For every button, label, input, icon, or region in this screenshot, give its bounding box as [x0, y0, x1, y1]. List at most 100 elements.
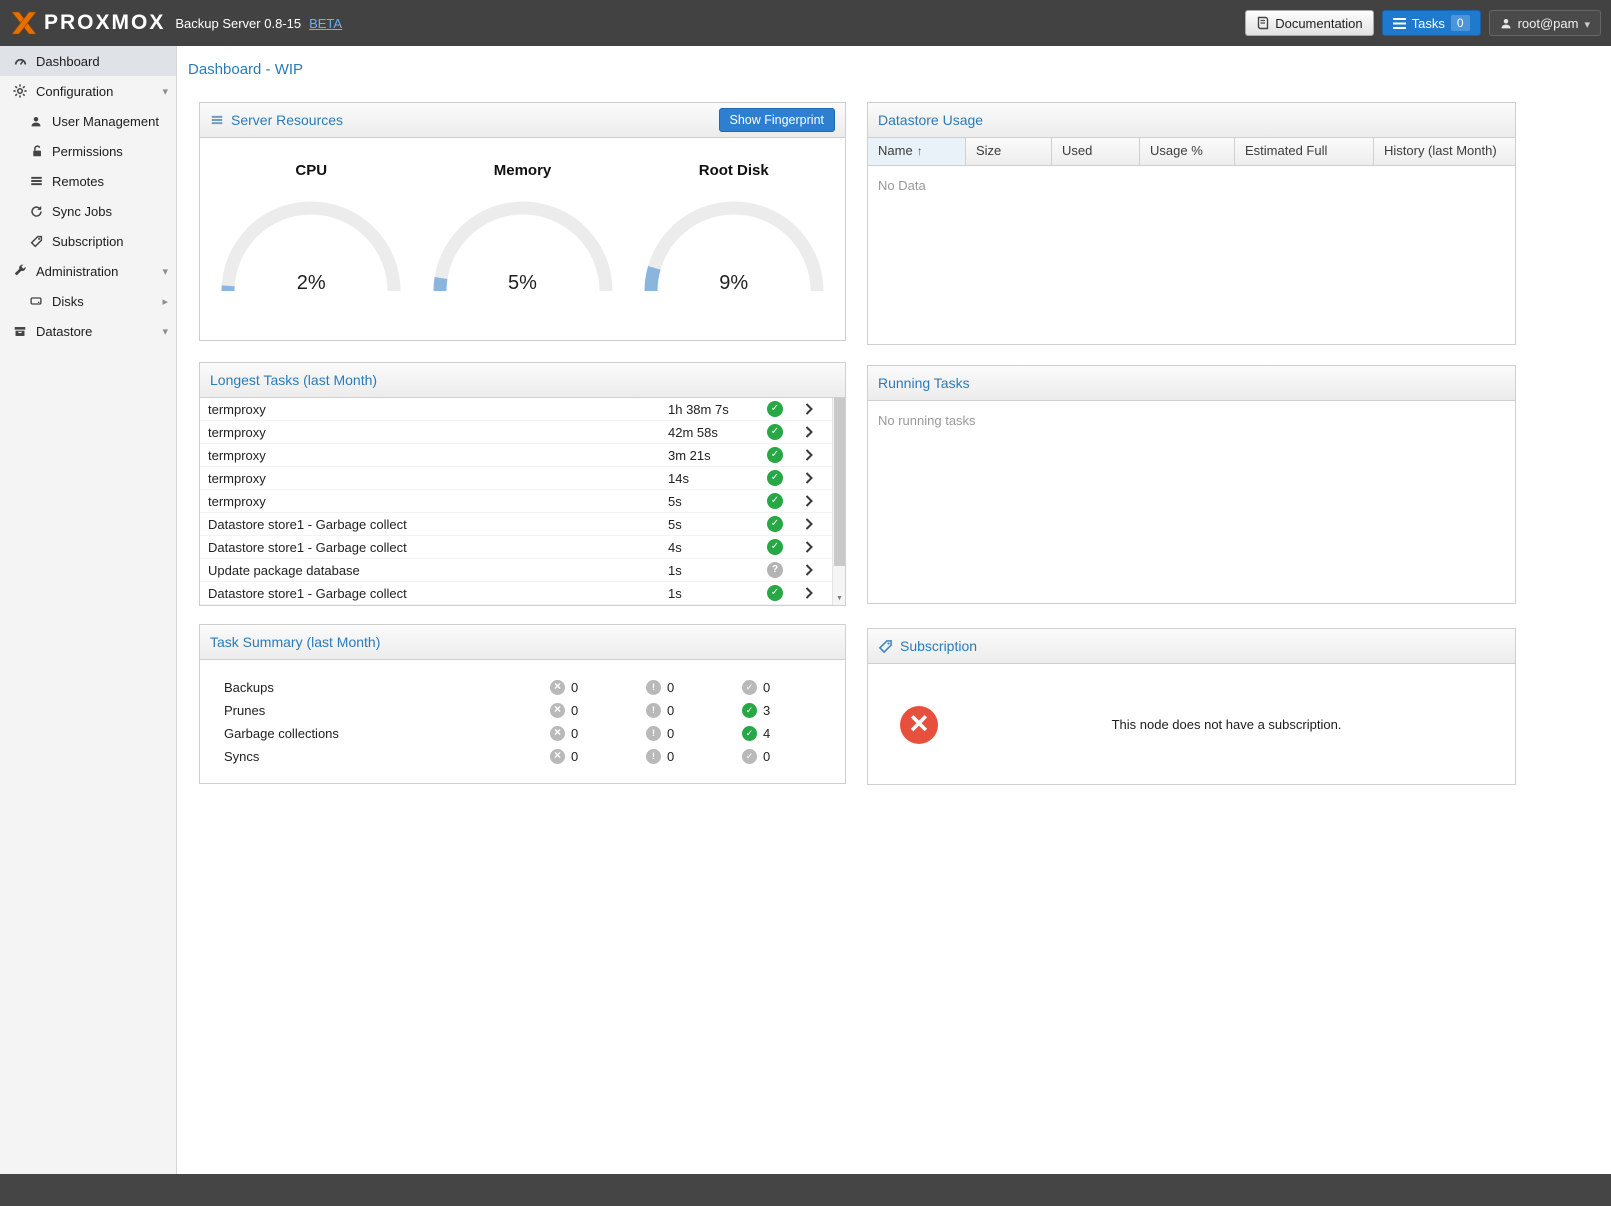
chevron-right-icon[interactable]: [792, 449, 826, 461]
sidebar-item-administration[interactable]: Administration: [0, 256, 176, 286]
datastore-usage-header: Datastore Usage: [868, 103, 1515, 138]
chevron-right-icon[interactable]: [792, 587, 826, 599]
task-row[interactable]: termproxy 1h 38m 7s: [200, 398, 832, 421]
chevron-right-icon[interactable]: [792, 518, 826, 530]
task-duration: 5s: [668, 517, 758, 532]
column-header-name[interactable]: Name: [868, 138, 966, 165]
sidebar-item-permissions[interactable]: Permissions: [0, 136, 176, 166]
chevron-right-icon[interactable]: [792, 495, 826, 507]
book-icon: [1256, 16, 1269, 30]
task-ok-icon: [767, 470, 783, 486]
task-duration: 1s: [668, 563, 758, 578]
chevron-down-icon[interactable]: [158, 265, 168, 278]
column-header-usage[interactable]: Usage %: [1140, 138, 1235, 165]
documentation-button[interactable]: Documentation: [1245, 10, 1373, 36]
server-resources-panel: Server Resources Show Fingerprint CPU: [199, 102, 846, 341]
task-row[interactable]: termproxy 14s: [200, 467, 832, 490]
chevron-down-icon[interactable]: [158, 325, 168, 338]
error-count-icon: [550, 703, 565, 718]
chevron-right-icon[interactable]: [158, 295, 168, 308]
task-row[interactable]: termproxy 5s: [200, 490, 832, 513]
product-version: Backup Server 0.8-15: [175, 16, 301, 31]
error-count: 0: [571, 703, 578, 718]
longest-tasks-panel: Longest Tasks (last Month) termproxy 1h …: [199, 362, 846, 606]
scrollbar-thumb[interactable]: [834, 398, 845, 566]
sidebar-item-disks[interactable]: Disks: [0, 286, 176, 316]
sidebar-item-label: Administration: [36, 264, 158, 279]
sidebar-item-remotes[interactable]: Remotes: [0, 166, 176, 196]
task-row[interactable]: termproxy 42m 58s: [200, 421, 832, 444]
dashboard-gauge-icon: [12, 54, 28, 68]
summary-row: Prunes 0 0 3: [200, 699, 845, 722]
right-column: Datastore Usage Name Size Used Usage % E…: [867, 102, 1516, 785]
task-row[interactable]: Datastore store1 - Garbage collect 5s: [200, 513, 832, 536]
warning-count: 0: [667, 726, 674, 741]
documentation-label: Documentation: [1275, 16, 1362, 31]
scrollbar-down-button[interactable]: [833, 591, 846, 605]
ok-count: 4: [763, 726, 770, 741]
left-column: Server Resources Show Fingerprint CPU: [199, 102, 846, 784]
sidebar-item-dashboard[interactable]: Dashboard: [0, 46, 176, 76]
task-row[interactable]: Update package database 1s: [200, 559, 832, 582]
gear-icon: [12, 84, 28, 98]
sidebar-item-label: Disks: [52, 294, 158, 309]
sidebar-item-datastore[interactable]: Datastore: [0, 316, 176, 346]
column-header-used[interactable]: Used: [1052, 138, 1140, 165]
chevron-right-icon[interactable]: [792, 541, 826, 553]
proxmox-x-icon: [10, 11, 38, 35]
task-row[interactable]: Datastore store1 - Garbage collect 1s: [200, 582, 832, 605]
scrollbar[interactable]: [832, 398, 845, 605]
error-count-icon: [550, 749, 565, 764]
gauge-label: Root Disk: [634, 162, 834, 179]
subscription-message: This node does not have a subscription.: [938, 717, 1515, 732]
chevron-right-icon[interactable]: [792, 564, 826, 576]
user-icon: [28, 115, 44, 128]
task-name: termproxy: [208, 448, 668, 463]
chevron-down-icon: [1584, 16, 1590, 31]
unlock-icon: [28, 144, 44, 158]
summary-label: Syncs: [200, 749, 550, 764]
summary-label: Backups: [200, 680, 550, 695]
sidebar-item-subscription[interactable]: Subscription: [0, 226, 176, 256]
task-list-icon: [1393, 18, 1406, 29]
app-window: PROXMOX Backup Server 0.8-15 BETA Docume…: [0, 0, 1611, 1206]
task-name: termproxy: [208, 402, 668, 417]
task-duration: 5s: [668, 494, 758, 509]
chevron-right-icon[interactable]: [792, 426, 826, 438]
user-menu-button[interactable]: root@pam: [1489, 10, 1601, 36]
ok-count-icon: [742, 749, 757, 764]
user-name: root@pam: [1518, 16, 1579, 31]
tasks-button[interactable]: Tasks 0: [1382, 10, 1481, 36]
running-tasks-header: Running Tasks: [868, 366, 1515, 401]
warning-count: 0: [667, 680, 674, 695]
column-header-size[interactable]: Size: [966, 138, 1052, 165]
warning-count: 0: [667, 703, 674, 718]
summary-row: Garbage collections 0 0 4: [200, 722, 845, 745]
ok-count: 0: [763, 749, 770, 764]
column-header-estimated-full[interactable]: Estimated Full: [1235, 138, 1374, 165]
error-count: 0: [571, 680, 578, 695]
column-header-history[interactable]: History (last Month): [1374, 138, 1515, 165]
task-ok-icon: [767, 424, 783, 440]
task-summary-header: Task Summary (last Month): [200, 625, 845, 660]
task-ok-icon: [767, 539, 783, 555]
summary-row: Syncs 0 0 0: [200, 745, 845, 768]
panel-title: Server Resources: [231, 112, 343, 128]
task-duration: 1h 38m 7s: [668, 402, 758, 417]
chevron-right-icon[interactable]: [792, 472, 826, 484]
no-running-tasks-text: No running tasks: [868, 401, 1515, 440]
sidebar-item-sync-jobs[interactable]: Sync Jobs: [0, 196, 176, 226]
show-fingerprint-button[interactable]: Show Fingerprint: [719, 108, 836, 132]
dashboard-columns: Server Resources Show Fingerprint CPU: [199, 102, 1611, 785]
beta-link[interactable]: BETA: [309, 16, 342, 31]
task-row[interactable]: Datastore store1 - Garbage collect 4s: [200, 536, 832, 559]
sidebar-item-user-management[interactable]: User Management: [0, 106, 176, 136]
chevron-right-icon[interactable]: [792, 403, 826, 415]
gauge-label: CPU: [211, 162, 411, 179]
sidebar-item-configuration[interactable]: Configuration: [0, 76, 176, 106]
tasks-label: Tasks: [1412, 16, 1445, 31]
task-duration: 4s: [668, 540, 758, 555]
task-name: Datastore store1 - Garbage collect: [208, 540, 668, 555]
chevron-down-icon[interactable]: [158, 85, 168, 98]
task-row[interactable]: termproxy 3m 21s: [200, 444, 832, 467]
